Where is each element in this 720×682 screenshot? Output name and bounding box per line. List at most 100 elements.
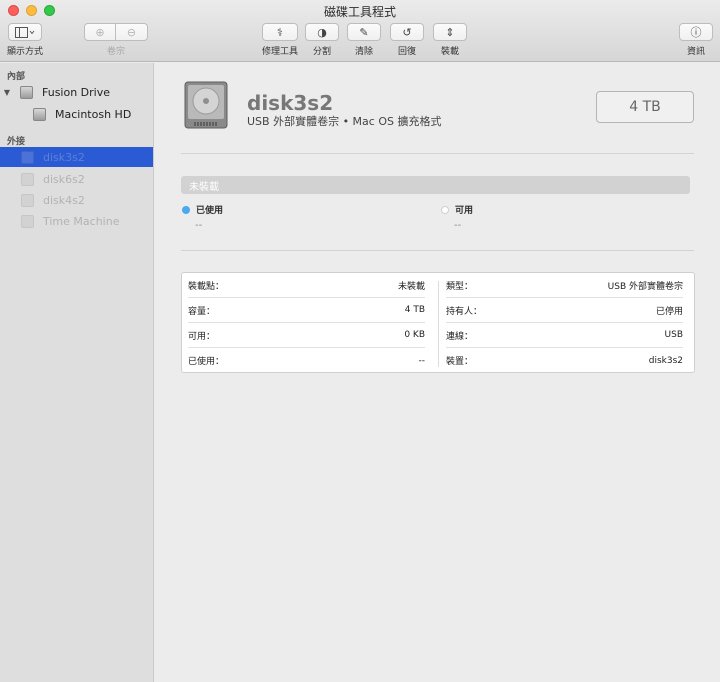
info-row: 持有人： 已停用 (446, 298, 683, 323)
used-legend: 已使用 (182, 203, 223, 216)
free-value: -- (454, 220, 462, 231)
sidebar-item-disk4s2[interactable]: disk4s2 (0, 190, 153, 210)
info-value: 4 TB (404, 305, 425, 315)
restore-control: ↺ 回復 (390, 23, 424, 57)
partition-icon: ◑ (317, 25, 327, 39)
divider (181, 250, 694, 251)
used-value: -- (195, 220, 203, 231)
info-key: 裝載點： (188, 281, 225, 292)
mount-control: ⇕ 裝載 (433, 23, 467, 57)
restore-icon: ↺ (402, 25, 412, 39)
first-aid-control: ⚕ 修理工具 (262, 23, 298, 57)
disk-description: USB 外部實體卷宗 • Mac OS 擴充格式 (247, 115, 442, 128)
remove-volume-button[interactable]: ⊖ (116, 23, 148, 41)
info-button[interactable]: ⓘ (679, 23, 713, 41)
sidebar-item-fusion-drive[interactable]: ▼ Fusion Drive (0, 82, 153, 102)
mount-button[interactable]: ⇕ (433, 23, 467, 41)
view-button[interactable] (8, 23, 42, 41)
info-column-left: 裝載點： 未裝載 容量： 4 TB 可用： 0 KB 已使用： -- (182, 273, 431, 373)
info-key: 容量： (188, 306, 216, 317)
partition-control: ◑ 分割 (305, 23, 339, 57)
info-key: 已使用： (188, 357, 225, 367)
info-key: 連線： (446, 331, 474, 342)
disk-utility-window: 磁碟工具程式 顯示方式 ⊕ ⊖ 卷宗 ⚕ 修理工具 ◑ 分割 ✎ 清除 ↺ 回復… (0, 0, 720, 682)
divider (181, 153, 694, 154)
remove-volume-icon: ⊖ (126, 25, 137, 39)
erase-icon: ✎ (359, 25, 369, 39)
sidebar-item-disk3s2[interactable]: disk3s2 (0, 147, 153, 167)
hard-drive-icon (184, 81, 228, 129)
internal-disk-icon (20, 85, 33, 99)
info-key: 持有人： (446, 306, 483, 317)
used-label: 已使用 (196, 206, 224, 216)
external-disk-icon (21, 172, 34, 186)
partition-label: 分割 (312, 47, 331, 57)
sidebar-icon (15, 26, 35, 38)
external-section-header: 外接 (7, 137, 26, 147)
internal-section-header: 內部 (7, 72, 26, 82)
info-value: USB 外部實體卷宗 (607, 281, 683, 292)
info-value: -- (418, 355, 426, 366)
external-disk-icon (21, 214, 34, 228)
column-divider (438, 281, 439, 367)
volume-icon (33, 107, 46, 121)
external-disk-icon (21, 150, 34, 164)
free-color-swatch (441, 205, 449, 214)
sidebar-item-macintosh-hd[interactable]: Macintosh HD (0, 104, 153, 124)
view-control: 顯示方式 (7, 23, 43, 57)
info-value: USB (664, 330, 683, 340)
sidebar-item-label: Fusion Drive (42, 85, 111, 99)
sidebar-item-label: disk3s2 (43, 150, 85, 164)
info-icon: ⓘ (690, 26, 702, 39)
sidebar-item-label: Time Machine (43, 214, 120, 228)
free-legend: 可用 (441, 203, 473, 216)
info-row: 連線： USB (446, 323, 683, 348)
info-label: 資訊 (686, 47, 705, 57)
info-row: 容量： 4 TB (188, 298, 425, 323)
sidebar-item-time-machine[interactable]: Time Machine (0, 211, 153, 231)
sidebar-item-label: disk4s2 (43, 193, 85, 207)
volume-label: 卷宗 (106, 47, 125, 57)
info-value: 0 KB (404, 330, 425, 340)
restore-button[interactable]: ↺ (390, 23, 424, 41)
capacity-badge: 4 TB (596, 91, 694, 123)
info-key: 裝置： (446, 357, 474, 367)
free-label: 可用 (455, 206, 474, 216)
erase-label: 清除 (354, 47, 373, 57)
external-disk-icon (21, 193, 34, 207)
disk-name: disk3s2 (247, 91, 334, 115)
sidebar-item-label: disk6s2 (43, 172, 85, 186)
info-key: 類型： (446, 281, 474, 292)
info-row: 可用： 0 KB (188, 323, 425, 348)
info-value: 未裝載 (397, 281, 425, 292)
info-control: ⓘ 資訊 (679, 23, 713, 57)
info-row: 已使用： -- (188, 348, 425, 373)
used-color-swatch (182, 205, 190, 214)
info-table: 裝載點： 未裝載 容量： 4 TB 可用： 0 KB 已使用： -- 類型： U… (181, 272, 695, 373)
first-aid-label: 修理工具 (262, 47, 299, 57)
first-aid-button[interactable]: ⚕ (262, 23, 298, 41)
toolbar: 磁碟工具程式 顯示方式 ⊕ ⊖ 卷宗 ⚕ 修理工具 ◑ 分割 ✎ 清除 ↺ 回復… (0, 0, 720, 62)
info-value: 已停用 (655, 306, 683, 317)
view-label: 顯示方式 (7, 47, 44, 57)
add-volume-icon: ⊕ (95, 25, 105, 39)
sidebar-item-disk6s2[interactable]: disk6s2 (0, 169, 153, 189)
info-column-right: 類型： USB 外部實體卷宗 持有人： 已停用 連線： USB 裝置： disk… (440, 273, 689, 373)
mount-label: 裝載 (440, 47, 459, 57)
restore-label: 回復 (397, 47, 416, 57)
window-title: 磁碟工具程式 (323, 5, 396, 19)
info-row: 類型： USB 外部實體卷宗 (446, 273, 683, 298)
info-value: disk3s2 (648, 355, 683, 366)
erase-control: ✎ 清除 (347, 23, 381, 57)
info-key: 可用： (188, 331, 216, 342)
info-row: 裝載點： 未裝載 (188, 273, 425, 298)
usage-bar: 未裝載 (181, 176, 690, 194)
erase-button[interactable]: ✎ (347, 23, 381, 41)
partition-button[interactable]: ◑ (305, 23, 339, 41)
sidebar-item-label: Macintosh HD (55, 107, 132, 121)
sidebar: 內部 ▼ Fusion Drive Macintosh HD 外接 disk3s… (0, 63, 154, 682)
disclosure-triangle-icon[interactable]: ▼ (0, 88, 14, 97)
info-row: 裝置： disk3s2 (446, 348, 683, 373)
add-volume-button[interactable]: ⊕ (84, 23, 116, 41)
mount-icon: ⇕ (445, 25, 455, 39)
